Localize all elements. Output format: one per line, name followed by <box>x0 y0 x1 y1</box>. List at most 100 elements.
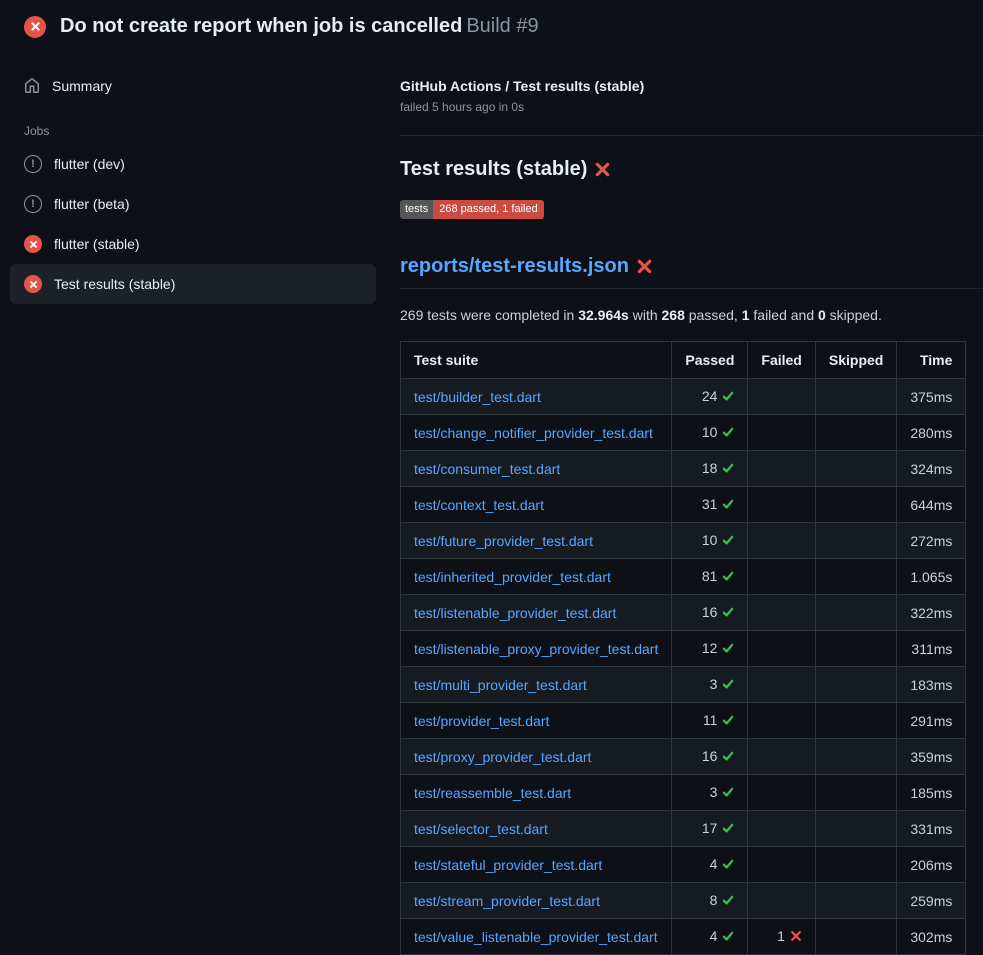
report-link[interactable]: reports/test-results.json <box>400 253 629 279</box>
skipped-cell <box>815 559 896 595</box>
alert-circle-icon: ! <box>24 195 42 213</box>
suite-cell: test/builder_test.dart <box>401 379 672 415</box>
sidebar: Summary Jobs ! flutter (dev) ! flutter (… <box>0 48 400 304</box>
failed-cell <box>748 703 815 739</box>
sidebar-item-test-results-stable[interactable]: Test results (stable) <box>10 264 376 304</box>
suite-cell: test/proxy_provider_test.dart <box>401 739 672 775</box>
skipped-cell <box>815 883 896 919</box>
time-cell: 322ms <box>897 595 966 631</box>
table-row: test/selector_test.dart17331ms <box>401 811 966 847</box>
divider <box>400 135 983 136</box>
suite-cell: test/listenable_provider_test.dart <box>401 595 672 631</box>
suite-link[interactable]: test/listenable_proxy_provider_test.dart <box>414 641 658 657</box>
sidebar-item-flutter-dev[interactable]: ! flutter (dev) <box>10 144 376 184</box>
sidebar-item-flutter-beta[interactable]: ! flutter (beta) <box>10 184 376 224</box>
report-heading: reports/test-results.json <box>400 253 983 289</box>
check-icon <box>722 711 734 731</box>
results-table-body: test/builder_test.dart24375mstest/change… <box>401 379 966 955</box>
suite-link[interactable]: test/selector_test.dart <box>414 821 548 837</box>
suite-link[interactable]: test/reassemble_test.dart <box>414 785 571 801</box>
summary-failed: 1 <box>742 307 750 323</box>
table-header-row: Test suite Passed Failed Skipped Time <box>401 342 966 379</box>
suite-link[interactable]: test/provider_test.dart <box>414 713 549 729</box>
time-cell: 359ms <box>897 739 966 775</box>
passed-cell: 11 <box>672 703 748 739</box>
failed-cell <box>748 595 815 631</box>
passed-cell: 81 <box>672 559 748 595</box>
failed-cell <box>748 667 815 703</box>
passed-cell: 31 <box>672 487 748 523</box>
skipped-cell <box>815 667 896 703</box>
sidebar-item-label: flutter (stable) <box>54 236 140 252</box>
failed-cell: 1 <box>748 919 815 955</box>
col-header-failed: Failed <box>748 342 815 379</box>
suite-link[interactable]: test/stateful_provider_test.dart <box>414 857 602 873</box>
time-cell: 324ms <box>897 451 966 487</box>
run-header: Do not create report when job is cancell… <box>0 0 983 48</box>
skipped-cell <box>815 775 896 811</box>
suite-link[interactable]: test/future_provider_test.dart <box>414 533 593 549</box>
col-header-time: Time <box>897 342 966 379</box>
suite-cell: test/stateful_provider_test.dart <box>401 847 672 883</box>
table-row: test/listenable_provider_test.dart16322m… <box>401 595 966 631</box>
passed-cell: 10 <box>672 523 748 559</box>
sidebar-item-label: Test results (stable) <box>54 276 175 292</box>
failed-cell <box>748 739 815 775</box>
check-icon <box>722 855 734 875</box>
table-row: test/reassemble_test.dart 3 185ms <box>401 775 966 811</box>
suite-link[interactable]: test/proxy_provider_test.dart <box>414 749 591 765</box>
suite-link[interactable]: test/consumer_test.dart <box>414 461 560 477</box>
passed-cell: 18 <box>672 451 748 487</box>
skipped-cell <box>815 523 896 559</box>
table-row: test/listenable_proxy_provider_test.dart… <box>401 631 966 667</box>
check-icon <box>722 819 734 839</box>
check-icon <box>722 531 734 551</box>
breadcrumb: GitHub Actions / Test results (stable) <box>400 76 983 96</box>
build-number: Build #9 <box>466 15 538 37</box>
sidebar-item-summary[interactable]: Summary <box>10 66 376 106</box>
passed-cell: 24 <box>672 379 748 415</box>
failed-cell <box>748 631 815 667</box>
passed-cell: 16 <box>672 739 748 775</box>
passed-cell: 3 <box>672 667 748 703</box>
time-cell: 206ms <box>897 847 966 883</box>
passed-cell: 12 <box>672 631 748 667</box>
summary-duration: 32.964s <box>578 307 629 323</box>
check-icon <box>722 891 734 911</box>
suite-link[interactable]: test/value_listenable_provider_test.dart <box>414 929 658 945</box>
table-row: test/stream_provider_test.dart8259ms <box>401 883 966 919</box>
failed-cell <box>748 523 815 559</box>
suite-cell: test/change_notifier_provider_test.dart <box>401 415 672 451</box>
suite-link[interactable]: test/builder_test.dart <box>414 389 541 405</box>
time-cell: 185ms <box>897 775 966 811</box>
section-title-text: Test results (stable) <box>400 156 587 182</box>
suite-link[interactable]: test/context_test.dart <box>414 497 544 513</box>
suite-cell: test/context_test.dart <box>401 487 672 523</box>
check-icon <box>722 675 734 695</box>
suite-link[interactable]: test/listenable_provider_test.dart <box>414 605 616 621</box>
suite-link[interactable]: test/change_notifier_provider_test.dart <box>414 425 653 441</box>
skipped-cell <box>815 847 896 883</box>
suite-cell: test/selector_test.dart <box>401 811 672 847</box>
skipped-cell <box>815 451 896 487</box>
suite-cell: test/consumer_test.dart <box>401 451 672 487</box>
suite-cell: test/provider_test.dart <box>401 703 672 739</box>
check-icon <box>722 495 734 515</box>
time-cell: 272ms <box>897 523 966 559</box>
passed-cell: 3 <box>672 775 748 811</box>
results-table: Test suite Passed Failed Skipped Time te… <box>400 341 966 955</box>
skipped-cell <box>815 919 896 955</box>
suite-link[interactable]: test/inherited_provider_test.dart <box>414 569 611 585</box>
sidebar-item-label: Summary <box>52 78 112 94</box>
jobs-section-label: Jobs <box>24 124 376 138</box>
sidebar-item-flutter-stable[interactable]: flutter (stable) <box>10 224 376 264</box>
check-icon <box>722 459 734 479</box>
col-header-skipped: Skipped <box>815 342 896 379</box>
failed-cell <box>748 847 815 883</box>
suite-cell: test/inherited_provider_test.dart <box>401 559 672 595</box>
suite-cell: test/value_listenable_provider_test.dart <box>401 919 672 955</box>
suite-link[interactable]: test/stream_provider_test.dart <box>414 893 600 909</box>
alert-circle-icon: ! <box>24 155 42 173</box>
suite-link[interactable]: test/multi_provider_test.dart <box>414 677 587 693</box>
badge-label: tests <box>400 200 433 219</box>
